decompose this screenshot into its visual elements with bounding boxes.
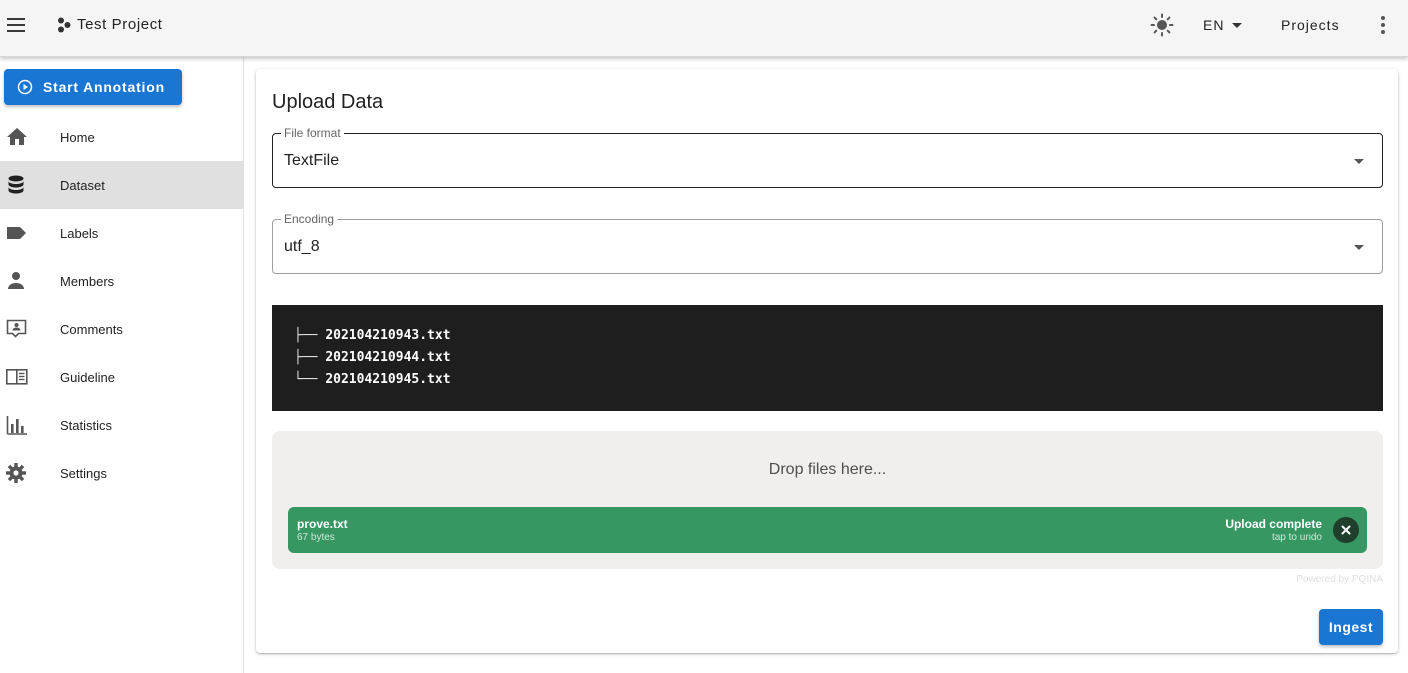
dots-vertical-icon[interactable]	[1380, 16, 1386, 34]
tree-file-name: 202104210945.txt	[325, 372, 451, 387]
cog-icon	[6, 463, 26, 483]
tree-file-name: 202104210944.txt	[325, 350, 451, 365]
sidebar-item-guideline[interactable]: Guideline	[0, 353, 243, 401]
sidebar-item-comments[interactable]: Comments	[0, 305, 243, 353]
sidebar-item-label: Home	[60, 129, 95, 145]
upload-status: Upload complete	[1225, 517, 1322, 531]
file-format-select[interactable]: File format TextFile	[272, 126, 1383, 188]
hamburger-menu-icon[interactable]	[6, 15, 26, 35]
chart-bar-icon	[6, 416, 27, 435]
ingest-button[interactable]: Ingest	[1319, 609, 1383, 645]
sidebar-item-dataset[interactable]: Dataset	[0, 161, 243, 209]
brightness-icon[interactable]	[1150, 13, 1174, 37]
uploaded-file-item[interactable]: prove.txt 67 bytes Upload complete tap t…	[288, 507, 1367, 553]
chevron-down-icon	[1232, 22, 1243, 28]
home-icon	[7, 128, 27, 145]
sidebar-item-members[interactable]: Members	[0, 257, 243, 305]
project-brand[interactable]: Test Project	[57, 16, 163, 33]
tree-line: └── 202104210945.txt	[294, 369, 1361, 391]
close-icon	[1341, 525, 1351, 535]
start-annotation-label: Start Annotation	[43, 79, 165, 95]
comment-account-icon	[6, 319, 27, 338]
tree-file-name: 202104210943.txt	[325, 328, 451, 343]
start-annotation-button[interactable]: Start Annotation	[4, 69, 182, 105]
sidebar-item-label: Dataset	[60, 177, 105, 193]
account-icon	[8, 272, 24, 289]
page-title: Upload Data	[272, 91, 384, 113]
example-file-tree: ├── 202104210943.txt ├── 202104210944.tx…	[272, 305, 1383, 411]
tree-branch: └──	[294, 372, 326, 387]
powered-by-link[interactable]: Powered by PQINA	[1296, 574, 1383, 585]
tree-line: ├── 202104210944.txt	[294, 347, 1361, 369]
sidebar-item-settings[interactable]: Settings	[0, 449, 243, 497]
play-circle-icon	[17, 79, 33, 95]
sidebar-item-label: Members	[60, 273, 115, 289]
file-size: 67 bytes	[297, 532, 335, 543]
chevron-down-icon	[1354, 245, 1364, 250]
chevron-down-icon	[1354, 159, 1364, 164]
upload-card: Upload Data File format TextFile Encodin…	[256, 69, 1398, 653]
sidebar-item-statistics[interactable]: Statistics	[0, 401, 243, 449]
encoding-select[interactable]: Encoding utf_8	[272, 212, 1383, 274]
tree-branch: ├──	[294, 328, 326, 343]
sidebar: Start Annotation Home Dataset Labels Mem…	[0, 57, 244, 673]
sidebar-item-label: Settings	[60, 465, 107, 481]
sidebar-item-label: Guideline	[60, 369, 115, 385]
file-format-value: TextFile	[284, 152, 340, 169]
file-name: prove.txt	[297, 517, 348, 531]
encoding-label: Encoding	[281, 212, 338, 226]
drop-files-label: Drop files here...	[768, 461, 887, 478]
book-open-icon	[6, 368, 28, 385]
encoding-value: utf_8	[284, 238, 320, 255]
file-format-label: File format	[281, 126, 344, 140]
label-icon	[7, 227, 26, 239]
sidebar-item-label: Labels	[60, 225, 99, 241]
projects-link[interactable]: Projects	[1281, 17, 1340, 33]
project-title: Test Project	[77, 16, 163, 33]
database-icon	[8, 175, 24, 194]
language-select[interactable]: EN	[1203, 17, 1243, 33]
sidebar-item-label: Comments	[60, 321, 123, 337]
remove-file-button[interactable]	[1333, 517, 1359, 543]
language-label: EN	[1203, 17, 1225, 33]
tree-branch: ├──	[294, 350, 326, 365]
sidebar-nav: Home Dataset Labels Members Comments Gui…	[0, 113, 243, 497]
undo-hint: tap to undo	[1271, 532, 1322, 543]
tree-line: ├── 202104210943.txt	[294, 325, 1361, 347]
sidebar-item-label: Statistics	[60, 417, 113, 433]
sidebar-item-home[interactable]: Home	[0, 113, 243, 161]
sidebar-item-labels[interactable]: Labels	[0, 209, 243, 257]
project-brand-icon	[58, 17, 71, 32]
app-bar: Test Project EN Projects	[0, 0, 1408, 57]
file-dropzone[interactable]: Drop files here... prove.txt 67 bytes Up…	[272, 431, 1383, 569]
